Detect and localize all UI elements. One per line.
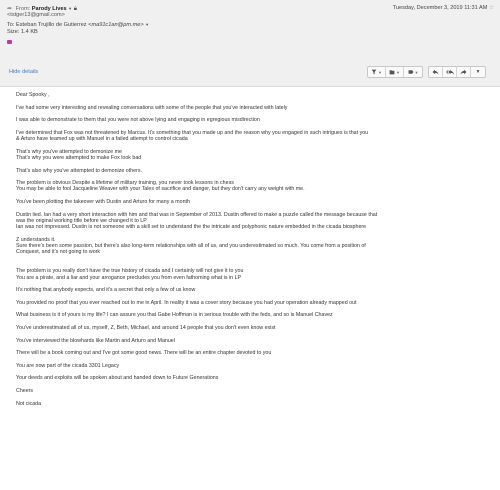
message-paragraph: You've interviewed the blowhards like Ma… xyxy=(16,337,175,344)
message-paragraph: Not cicada xyxy=(16,400,42,407)
message-paragraph: You provided no proof that you ever reac… xyxy=(16,299,357,306)
message-paragraph: Dustin lied. Ian had a very short intera… xyxy=(16,211,378,231)
message-paragraph: What business is it of yours is my life?… xyxy=(16,312,333,319)
message-paragraph: The problem is obvious Despite a lifetim… xyxy=(16,180,305,193)
filter-icon[interactable]: ▼ xyxy=(368,67,386,77)
message-paragraph: Dear Spooky , xyxy=(16,92,50,98)
reply-forward-group: ▼ xyxy=(428,66,486,78)
message-paragraph: The problem is you really don't have the… xyxy=(16,268,244,281)
folder-icon[interactable]: ▼ xyxy=(386,67,404,77)
message-paragraph: Your deeds and exploits will be spoken a… xyxy=(16,375,219,382)
message-paragraph: I was able to demonstrate to them that y… xyxy=(16,117,260,124)
message-paragraph: It's nothing that anybody expects, and i… xyxy=(16,287,196,294)
hide-details-link[interactable]: Hide details xyxy=(9,69,38,75)
filter-move-label-group: ▼ ▼ ▼ xyxy=(367,66,423,78)
message-paragraph: You've been plotting the takeover with D… xyxy=(16,199,190,206)
recipient-email: <ma91c1an@pm.me> xyxy=(88,22,144,28)
message-paragraph: I've had some very interesting and revea… xyxy=(16,104,288,111)
label-icon[interactable]: ▼ xyxy=(404,67,422,77)
size-label: Size: xyxy=(7,29,20,35)
forward-icon[interactable] xyxy=(457,67,471,77)
size-line: Size: 1.4 KB xyxy=(7,29,38,36)
label-tag-icon[interactable] xyxy=(7,40,12,44)
message-toolbar: ▼ ▼ ▼ ▼ xyxy=(367,66,486,78)
reply-icon[interactable] xyxy=(429,67,443,77)
message-body: Dear Spooky , I've had some very interes… xyxy=(0,88,500,490)
message-paragraph: You've underestimated all of us, myself,… xyxy=(16,324,276,331)
message-text: Dear Spooky , I've had some very interes… xyxy=(16,92,486,413)
message-paragraph: Z understands it. Sure there's been some… xyxy=(16,236,366,256)
sender-email: <tstger13@gmail.com> xyxy=(7,12,65,18)
to-label: To: xyxy=(7,22,15,28)
message-paragraph: I've determined that Fox was not threate… xyxy=(16,129,369,143)
size-value: 1.4 KB xyxy=(21,29,38,35)
to-line: To: Esteban Trujillo de Gutierrez <ma91c… xyxy=(7,21,149,29)
recipient-name[interactable]: Esteban Trujillo de Gutierrez xyxy=(16,22,87,28)
lock-icon: 🔒︎ xyxy=(73,6,77,12)
date-text: Tuesday, December 3, 2019 11:31 AM xyxy=(392,5,488,11)
recipient-dropdown-icon[interactable]: ▼ xyxy=(145,22,149,27)
star-icon[interactable]: ☆ xyxy=(489,5,494,11)
message-paragraph: That's also why you've attempted to demo… xyxy=(16,167,142,174)
sender-dropdown-icon[interactable]: ▼ xyxy=(68,6,72,11)
message-paragraph: That's why you've attempted to demonize … xyxy=(16,148,142,161)
message-paragraph: There will be a book coming out and I've… xyxy=(16,350,272,357)
message-paragraph: You are now part of the cicada 3301 Lega… xyxy=(16,362,120,369)
message-header: ➦ From: Parody Lives ▼ 🔒︎ <tstger13@gmai… xyxy=(0,0,500,87)
reply-all-icon[interactable] xyxy=(443,67,457,77)
message-date: Tuesday, December 3, 2019 11:31 AM ☆ xyxy=(393,5,494,11)
more-icon[interactable]: ▼ xyxy=(471,67,485,77)
message-paragraph: Cheers xyxy=(16,387,34,394)
